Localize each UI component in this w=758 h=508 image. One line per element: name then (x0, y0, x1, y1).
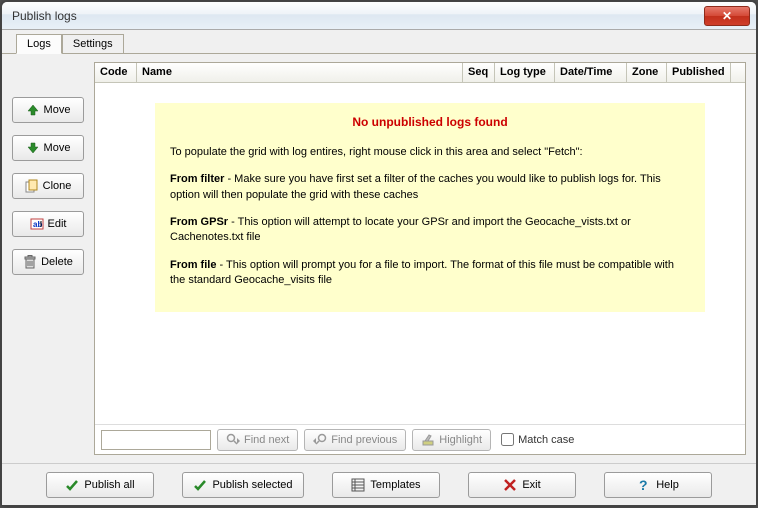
find-next-icon (226, 433, 240, 447)
highlight-icon (421, 433, 435, 447)
find-prev-icon (313, 433, 327, 447)
edit-button[interactable]: ab Edit (12, 211, 84, 237)
clone-label: Clone (43, 180, 72, 192)
info-gpsr-bold: From GPSr (170, 216, 228, 228)
find-previous-button[interactable]: Find previous (304, 429, 406, 451)
move-up-label: Move (44, 104, 71, 116)
info-filter-bold: From filter (170, 173, 224, 185)
titlebar[interactable]: Publish logs ✕ (2, 2, 756, 30)
svg-text:?: ? (639, 478, 648, 492)
info-intro: To populate the grid with log entires, r… (170, 145, 690, 160)
col-datetime[interactable]: Date/Time (555, 63, 627, 82)
arrow-down-icon (26, 141, 40, 155)
find-next-button[interactable]: Find next (217, 429, 298, 451)
exit-icon (503, 478, 517, 492)
grid-header: Code Name Seq Log type Date/Time Zone Pu… (95, 63, 745, 83)
clone-icon (25, 179, 39, 193)
templates-label: Templates (370, 479, 420, 491)
publish-all-label: Publish all (84, 479, 134, 491)
edit-label: Edit (48, 218, 67, 230)
grid-body[interactable]: No unpublished logs found To populate th… (95, 83, 745, 424)
move-down-label: Move (44, 142, 71, 154)
templates-button[interactable]: Templates (332, 472, 440, 498)
highlight-button[interactable]: Highlight (412, 429, 491, 451)
info-panel: No unpublished logs found To populate th… (155, 103, 705, 312)
move-up-button[interactable]: Move (12, 97, 84, 123)
close-button[interactable]: ✕ (704, 6, 750, 26)
info-file-text: - This option will prompt you for a file… (170, 259, 674, 286)
search-input[interactable] (101, 430, 211, 450)
delete-button[interactable]: Delete (12, 249, 84, 275)
templates-icon (351, 478, 365, 492)
info-from-gpsr: From GPSr - This option will attempt to … (170, 215, 690, 246)
close-icon: ✕ (722, 9, 732, 23)
tab-settings[interactable]: Settings (62, 34, 124, 53)
publish-selected-button[interactable]: Publish selected (182, 472, 304, 498)
col-name[interactable]: Name (137, 63, 463, 82)
check-icon (65, 478, 79, 492)
edit-icon: ab (30, 217, 44, 231)
match-case-checkbox[interactable] (501, 433, 514, 446)
footer: Publish all Publish selected Templates E… (2, 463, 756, 505)
help-label: Help (656, 479, 679, 491)
clone-button[interactable]: Clone (12, 173, 84, 199)
info-filter-text: - Make sure you have first set a filter … (170, 173, 661, 200)
main-grid-area: Code Name Seq Log type Date/Time Zone Pu… (94, 62, 746, 455)
tab-bar: Logs Settings (2, 30, 756, 54)
col-published[interactable]: Published (667, 63, 731, 82)
search-bar: Find next Find previous Highlight M (95, 424, 745, 454)
publish-all-button[interactable]: Publish all (46, 472, 154, 498)
content-area: Move Move Clone ab Edit (2, 54, 756, 463)
publish-selected-label: Publish selected (212, 479, 292, 491)
col-zone[interactable]: Zone (627, 63, 667, 82)
publish-logs-window: Publish logs ✕ Logs Settings Move Move (1, 1, 757, 506)
window-title: Publish logs (12, 9, 704, 23)
info-from-file: From file - This option will prompt you … (170, 258, 690, 289)
match-case-label: Match case (518, 434, 574, 446)
move-down-button[interactable]: Move (12, 135, 84, 161)
arrow-up-icon (26, 103, 40, 117)
col-spacer (731, 63, 745, 82)
find-next-label: Find next (244, 434, 289, 446)
tab-logs[interactable]: Logs (16, 34, 62, 54)
exit-label: Exit (522, 479, 540, 491)
help-button[interactable]: ? Help (604, 472, 712, 498)
col-logtype[interactable]: Log type (495, 63, 555, 82)
sidebar: Move Move Clone ab Edit (12, 62, 84, 455)
match-case-wrap[interactable]: Match case (501, 433, 574, 446)
info-gpsr-text: - This option will attempt to locate you… (170, 216, 631, 243)
check-icon (193, 478, 207, 492)
info-from-filter: From filter - Make sure you have first s… (170, 172, 690, 203)
col-code[interactable]: Code (95, 63, 137, 82)
delete-label: Delete (41, 256, 73, 268)
info-title: No unpublished logs found (170, 114, 690, 131)
help-icon: ? (637, 478, 651, 492)
find-prev-label: Find previous (331, 434, 397, 446)
col-seq[interactable]: Seq (463, 63, 495, 82)
exit-button[interactable]: Exit (468, 472, 576, 498)
trash-icon (23, 255, 37, 269)
info-file-bold: From file (170, 259, 216, 271)
highlight-label: Highlight (439, 434, 482, 446)
